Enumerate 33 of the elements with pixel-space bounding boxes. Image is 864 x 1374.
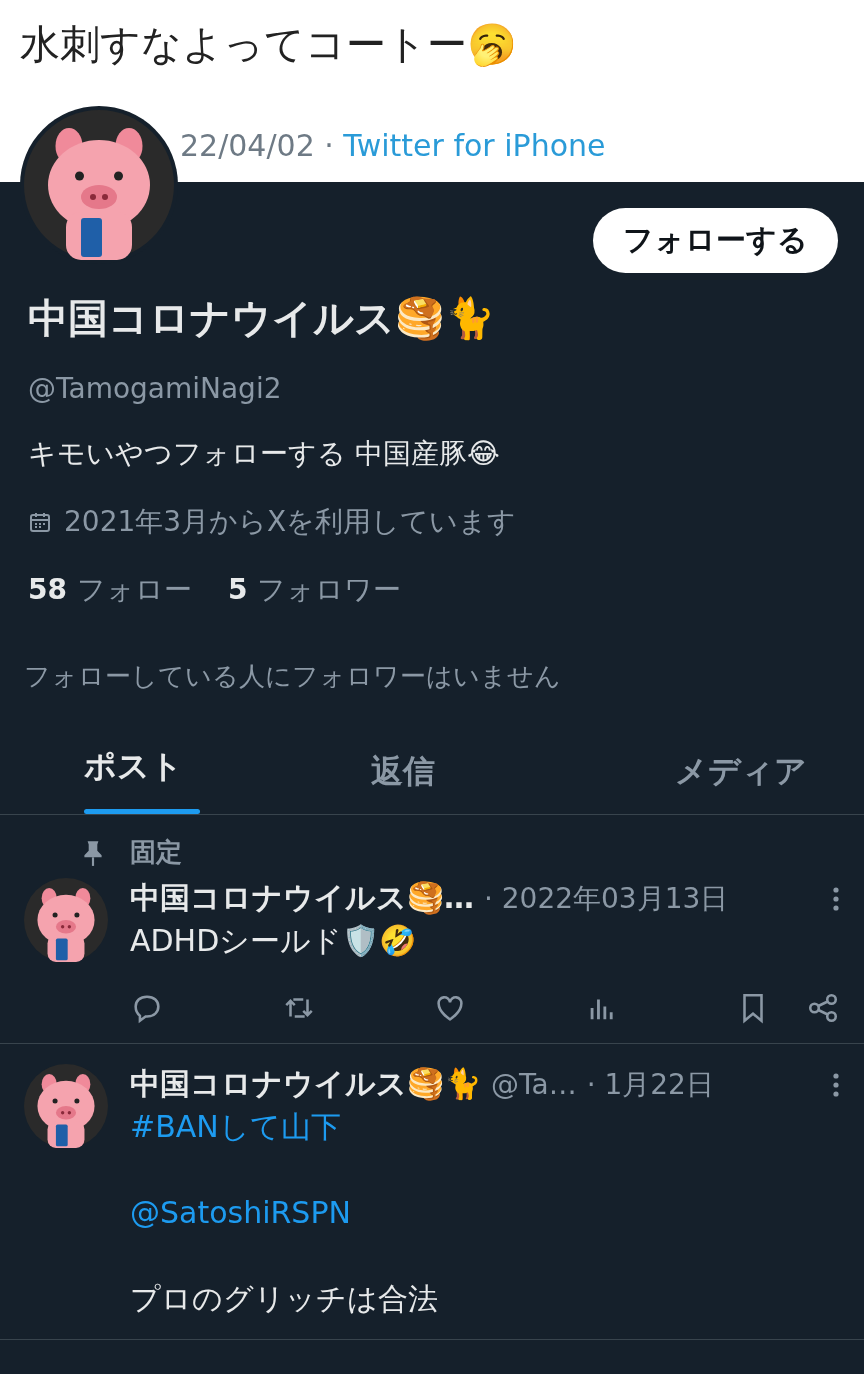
post-link[interactable]: @SatoshiRSPN [130,1191,840,1235]
pig-avatar[interactable] [24,878,108,962]
pig-avatar[interactable] [24,1064,108,1148]
post-text: プロのグリッチは合法 [130,1280,439,1318]
profile-handle: @TamogamiNagi2 [27,371,283,405]
post-text: ADHDシールド🛡🤣 [130,922,418,960]
profile-tab[interactable]: 返信 [370,750,435,814]
join-date: 2021年3月からXを利用しています [64,504,517,540]
pinned-label: 固定 [130,836,182,869]
tweet-source-link[interactable]: Twitter for iPhone [343,128,606,163]
following-count[interactable]: 58 [28,573,67,606]
profile-name: 中国コロナウイルス🥞🐈 [27,294,496,343]
post-author-handle[interactable]: @Ta… [491,1068,577,1101]
profile-tab[interactable]: ポスト [84,745,183,809]
post-link[interactable]: #BANして山下 [130,1105,840,1149]
pig-avatar[interactable] [24,110,174,260]
more-options-icon[interactable] [832,885,840,912]
follow-button[interactable]: フォローする [593,208,838,273]
followers-label[interactable]: フォロワー [257,571,402,609]
followers-count[interactable]: 5 [227,573,248,606]
more-options-icon[interactable] [832,1071,840,1098]
profile-tab[interactable]: メディア [674,750,807,814]
calendar-icon [28,510,52,534]
tweet-date: 22/04/02 · [180,128,335,163]
post-date[interactable]: · 1月22日 [586,1065,714,1104]
post-date[interactable]: · 2022年03月13日 [484,879,729,918]
post-author-name[interactable]: 中国コロナウイルス🥞… [130,878,474,919]
tweet-text: 水刺すなよってコートー🥱 [20,20,518,69]
following-label[interactable]: フォロー [76,571,192,609]
followers-you-know-text: フォローしている人にフォロワーはいません [23,660,562,693]
post-author-name[interactable]: 中国コロナウイルス🥞🐈 [130,1064,481,1105]
share-icon[interactable] [806,991,840,1025]
profile-bio: キモいやつフォローする 中国産豚😂 [27,436,501,472]
